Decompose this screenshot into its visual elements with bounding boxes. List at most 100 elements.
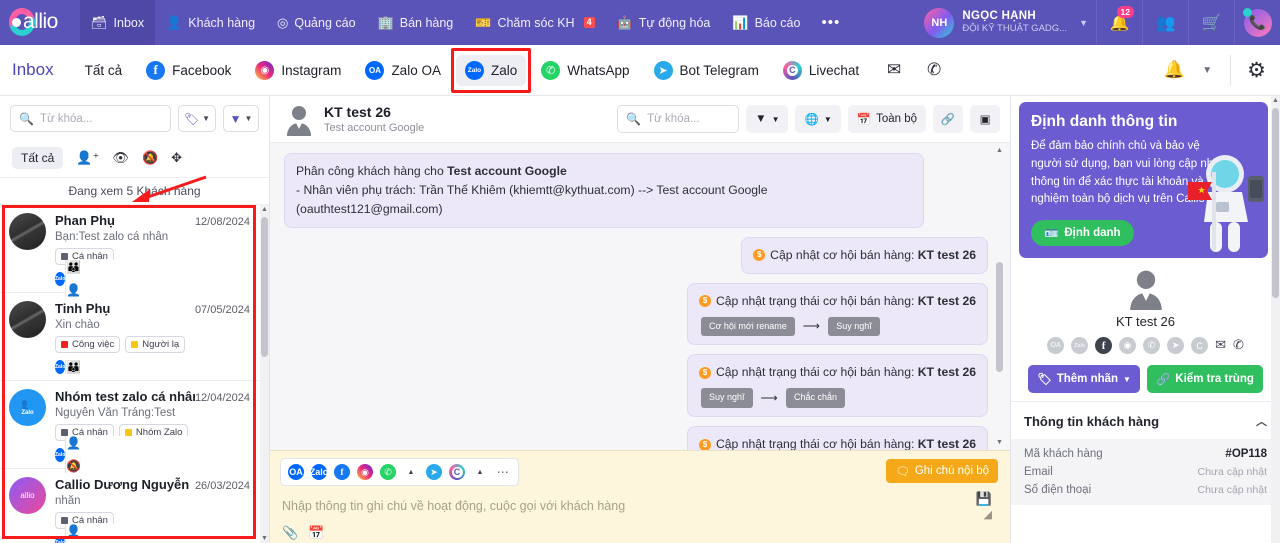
telegram-icon[interactable]: ➤ <box>1167 337 1185 355</box>
search-input[interactable] <box>39 112 162 125</box>
chat-date-filter-button[interactable]: 📅 Toàn bộ <box>847 105 926 133</box>
filter-tat-ca[interactable]: Tất cả <box>12 147 64 169</box>
contacts-button[interactable]: 👥 <box>1142 0 1188 45</box>
scrollbar-thumb[interactable] <box>1272 108 1279 298</box>
composer-tab-whatsapp[interactable]: ✆ <box>377 462 399 482</box>
tab-zalo[interactable]: Zalo Zalo <box>450 47 532 93</box>
customer-info-section-header[interactable]: Thông tin khách hàng ︿ <box>1011 401 1280 439</box>
nav-item-ban-hang[interactable]: 🏢 Bán hàng <box>367 0 465 45</box>
save-note-icon[interactable]: 💾 <box>976 491 992 507</box>
group-icon[interactable]: 👪 <box>66 360 260 374</box>
instagram-icon[interactable]: ◉ <box>1119 337 1137 355</box>
unread-eye-icon[interactable]: 👁 <box>112 150 129 166</box>
whatsapp-icon[interactable]: ✆ <box>1143 337 1161 355</box>
user-menu[interactable]: NH NGỌC HẠNH ĐỘI KỸ THUẬT GADG... ▼ <box>910 0 1096 45</box>
composer-whatsapp-caret-icon[interactable]: ▲ <box>400 462 422 482</box>
chevron-up-icon[interactable]: ︿ <box>1256 413 1267 429</box>
chat-panel-toggle-button[interactable]: ▣ <box>970 105 1000 133</box>
chevron-down-icon[interactable]: ▼ <box>1194 65 1220 76</box>
more-nav-icon[interactable]: ••• <box>811 0 850 45</box>
tab-facebook[interactable]: f Facebook <box>137 55 240 86</box>
chat-filter-button[interactable]: ▼ ▼ <box>746 105 789 133</box>
tab-bot-telegram[interactable]: ➤ Bot Telegram <box>645 55 768 86</box>
tab-whatsapp[interactable]: ✆ WhatsApp <box>532 55 638 86</box>
tab-tat-ca[interactable]: Tất cả <box>76 57 132 84</box>
email-icon[interactable]: ✉ <box>1215 337 1226 354</box>
right-panel-scrollbar[interactable]: ▲ <box>1271 96 1280 543</box>
nav-item-bao-cao[interactable]: 📊 Báo cáo <box>721 0 811 45</box>
cart-button[interactable]: 🛒 <box>1188 0 1234 45</box>
scrollbar-thumb[interactable] <box>261 217 268 357</box>
email-channel-icon[interactable]: ✉ <box>874 60 914 80</box>
zalo-oa-icon[interactable]: OA <box>1047 337 1065 355</box>
conversation-item-nhom-test-zalo[interactable]: 👥 Zalo Nhóm test zalo cá nhân 12/04/2024 … <box>0 381 260 473</box>
phone-channel-icon[interactable]: ✆ <box>914 60 954 80</box>
assigned-user-icon[interactable]: 👤 <box>66 436 260 450</box>
calendar-icon[interactable]: 📅 <box>308 525 324 541</box>
phone-icon[interactable]: ✆ <box>1233 337 1244 354</box>
facebook-icon[interactable]: f <box>1095 337 1113 355</box>
call-button[interactable]: 📞 <box>1234 0 1280 45</box>
internal-note-button[interactable]: 🗨 Ghi chú nội bộ <box>886 459 998 483</box>
gear-icon[interactable]: ⚙ <box>1241 58 1280 83</box>
tab-livechat[interactable]: C Livechat <box>774 55 868 86</box>
tag-chip[interactable]: Công việc <box>55 336 121 353</box>
composer-livechat-caret-icon[interactable]: ▲ <box>469 462 491 482</box>
tag-label: Công việc <box>72 339 115 350</box>
sidebar-scrollbar[interactable]: ▲ ▼ <box>260 205 269 543</box>
message-bold-text: KT test 26 <box>917 437 976 450</box>
chat-search-input[interactable] <box>647 113 731 125</box>
advanced-filter-button[interactable]: ▼ ▼ <box>223 105 259 132</box>
tag-filter-button[interactable]: 🏷 ▼ <box>177 105 216 132</box>
nav-item-khach-hang[interactable]: 👤 Khách hàng <box>155 0 266 45</box>
chat-attachments-button[interactable]: 🔗 <box>933 105 963 133</box>
composer-tab-zalo-oa[interactable]: OA <box>285 462 307 482</box>
nav-item-cham-soc-kh[interactable]: 🎫 Chăm sóc KH 4 <box>464 0 605 45</box>
chat-channel-filter-button[interactable]: 🌐 ▼ <box>795 105 841 133</box>
verify-identity-button[interactable]: 🪪 Định danh <box>1031 220 1134 247</box>
nav-item-tu-dong-hoa[interactable]: 🤖 Tự động hóa <box>606 0 722 45</box>
composer-tab-instagram[interactable]: ◉ <box>354 462 376 482</box>
nav-item-inbox[interactable]: 🗃 Inbox <box>80 0 156 45</box>
assigned-user-icon[interactable]: 👤 <box>66 524 260 538</box>
tab-instagram[interactable]: ◉ Instagram <box>246 55 350 86</box>
attach-icon[interactable]: 📎 <box>282 525 298 541</box>
search-box[interactable]: 🔍 <box>10 105 171 132</box>
zalo-icon[interactable]: Zalo <box>1071 337 1089 355</box>
conversation-snippet: Bạn:Test zalo cá nhân <box>55 231 169 243</box>
nav-item-quang-cao[interactable]: ◎ Quảng cáo <box>266 0 367 45</box>
check-duplicate-button[interactable]: 🔗 Kiểm tra trùng <box>1146 365 1263 394</box>
scrollbar-thumb[interactable] <box>996 262 1003 372</box>
composer-more-icon[interactable]: ⋯ <box>492 462 514 482</box>
group-icon[interactable]: 👪 <box>66 260 260 274</box>
notifications-button[interactable]: 🔔 12 <box>1096 0 1142 45</box>
conversation-item-phan-phu[interactable]: Phan Phụ 12/08/2024 Bạn:Test zalo cá nhâ… <box>0 205 260 297</box>
scroll-up-icon[interactable]: ▲ <box>1272 97 1279 104</box>
conversation-item-tinh-phu[interactable]: Tinh Phụ 07/05/2024 Xin chào Công việc N… <box>0 293 260 381</box>
scroll-up-icon[interactable]: ▲ <box>261 206 268 213</box>
nav-label: Bán hàng <box>399 15 454 30</box>
livechat-icon: C <box>449 464 465 480</box>
target-icon[interactable]: ✥ <box>171 150 182 166</box>
scroll-up-icon[interactable]: ▲ <box>996 147 1003 154</box>
composer-tab-livechat[interactable]: C <box>446 462 468 482</box>
composer-input[interactable]: Nhập thông tin ghi chú về hoạt động, cuộ… <box>282 499 1000 513</box>
callio-logo[interactable]: allio <box>0 0 80 45</box>
scroll-down-icon[interactable]: ▼ <box>261 535 268 542</box>
conversation-item-callio-duong-nguyen[interactable]: allio Callio Dương Nguyễn 26/03/2024 nhắ… <box>0 469 260 543</box>
add-tag-button[interactable]: 🏷 Thêm nhãn ▼ <box>1028 365 1140 394</box>
scroll-down-icon[interactable]: ▼ <box>996 439 1003 446</box>
composer-tab-facebook[interactable]: f <box>331 462 353 482</box>
chat-search-box[interactable]: 🔍 <box>617 105 740 133</box>
mute-icon[interactable]: 🔕 <box>142 150 158 166</box>
assign-user-icon[interactable]: 👤⁺ <box>76 150 99 166</box>
livechat-icon[interactable]: C <box>1191 337 1209 355</box>
resize-handle[interactable]: ◢ <box>984 508 992 521</box>
tab-zalo-oa[interactable]: OA Zalo OA <box>356 55 450 86</box>
bell-icon[interactable]: 🔔 <box>1154 60 1194 80</box>
composer-tab-telegram[interactable]: ➤ <box>423 462 445 482</box>
filter-icon: ▼ <box>229 111 242 126</box>
message-scrollbar[interactable]: ▲ ▼ <box>995 147 1004 446</box>
tag-chip[interactable]: Người lạ <box>125 336 186 353</box>
composer-tab-zalo[interactable]: Zalo <box>308 462 330 482</box>
